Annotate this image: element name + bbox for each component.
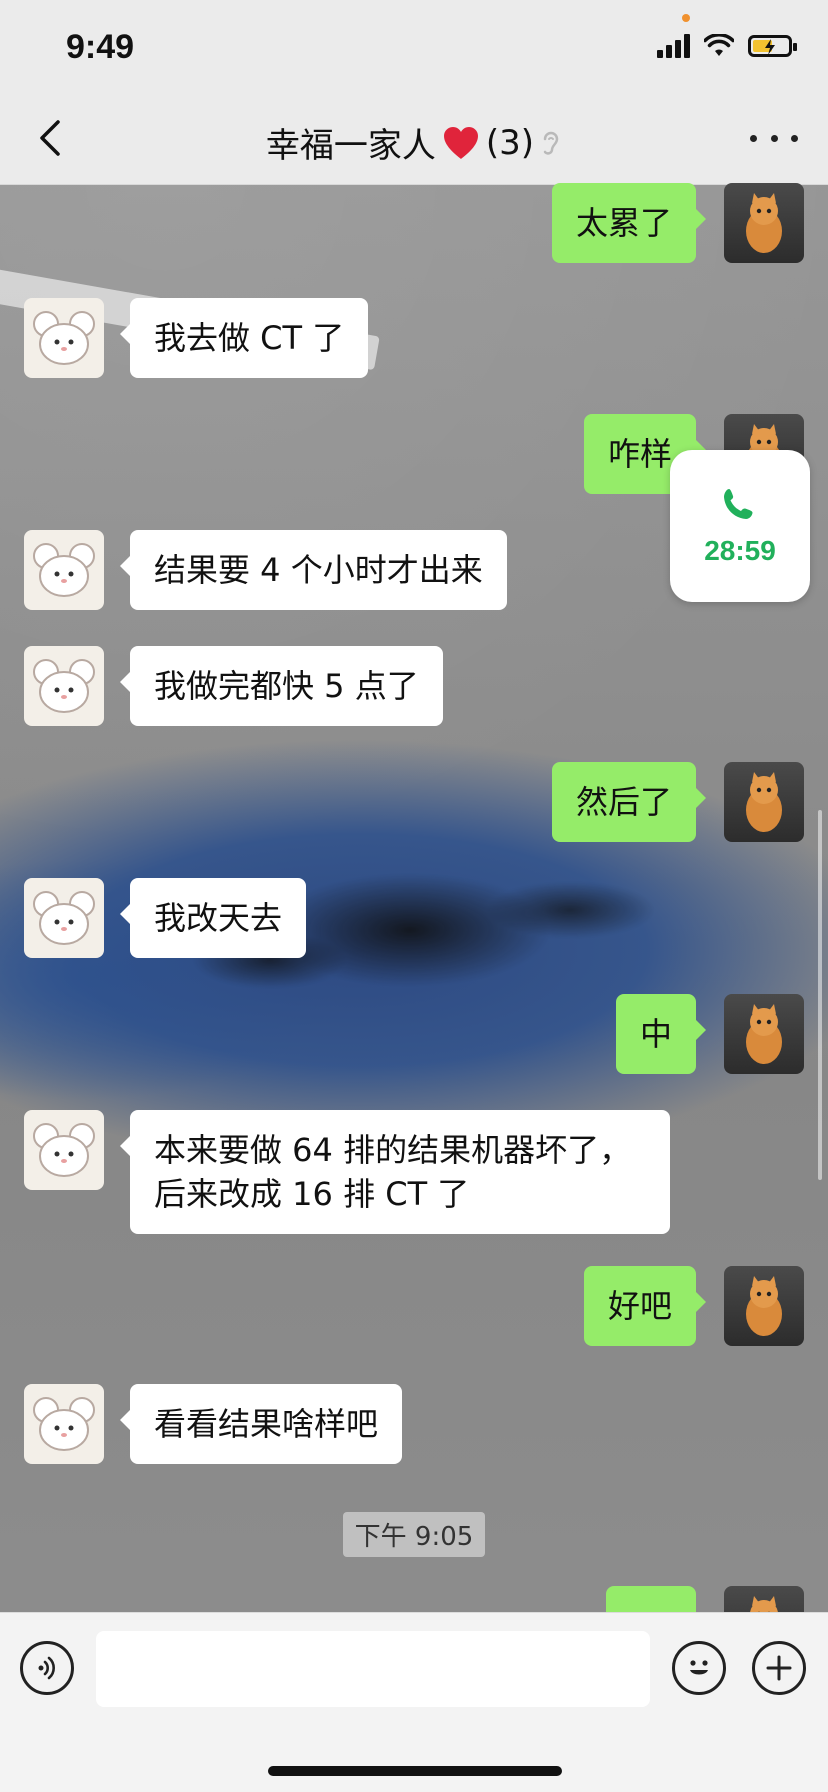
more-dot-icon [770,134,778,142]
message-bubble-incoming[interactable]: 本来要做 64 排的结果机器坏了，后来改成 16 排 CT 了 [120,1110,670,1234]
more-actions-button[interactable] [752,1641,806,1695]
avatar-mouse[interactable] [24,530,104,610]
message-bubble-outgoing[interactable]: 好吧 [583,1266,707,1346]
message-bubble-outgoing[interactable]: 然后了 [551,762,707,842]
avatar-self-cat[interactable] [724,183,804,263]
message-bubble-incoming[interactable]: 我改天去 [119,878,307,958]
cellular-signal-icon [657,34,690,58]
emoji-button[interactable] [672,1641,726,1695]
member-count: (3) [485,122,535,163]
voice-icon [38,1656,55,1680]
battery-charging-icon [748,35,797,57]
call-duration: 28:59 [704,535,776,566]
avatar-mouse[interactable] [24,1110,104,1190]
group-name: 幸福一家人 [265,126,436,166]
privacy-indicator-dot [682,14,690,22]
message-input[interactable] [96,1631,650,1707]
red-heart-icon [443,126,478,159]
avatar-mouse[interactable] [24,878,104,958]
more-dot-icon [750,134,757,142]
wechat-chat-screen: 9:49 幸福一家人 (3) 太累了 我去做 CT 了 咋样 结果要 4 个小时… [0,0,828,1792]
message-bubble-incoming[interactable]: 我去做 CT 了 [119,298,369,378]
emoji-icon [690,1660,708,1675]
wifi-icon [704,34,734,56]
message-bubble-incoming[interactable]: 我做完都快 5 点了 [120,646,443,726]
message-bubble-outgoing[interactable]: 中 [615,994,707,1074]
status-time: 9:49 [66,28,135,66]
home-indicator[interactable] [268,1766,562,1776]
more-dot-icon [791,134,798,142]
voice-button[interactable] [20,1641,74,1695]
chat-timestamp: 下午 9:05 [0,1512,828,1557]
floating-call-widget[interactable]: 28:59 [670,450,810,602]
timestamp-label: 下午 9:05 [342,1512,486,1557]
chat-scrollbar[interactable] [818,810,822,1180]
avatar-self-cat[interactable] [724,994,804,1074]
ear-icon [543,131,559,155]
message-bubble-outgoing[interactable]: 太累了 [551,183,707,263]
chat-title: 幸福一家人 (3) [0,118,828,167]
more-options-button[interactable] [750,122,798,154]
avatar-mouse[interactable] [24,1384,104,1464]
chat-header: 幸福一家人 (3) [0,94,828,185]
avatar-mouse[interactable] [24,646,104,726]
message-bubble-incoming[interactable]: 看看结果啥样吧 [119,1384,403,1464]
status-icons [657,34,797,58]
phone-icon [724,489,753,519]
avatar-self-cat[interactable] [724,762,804,842]
status-bar: 9:49 [0,0,828,94]
plus-icon [766,1655,792,1681]
message-input-bar [0,1612,828,1792]
avatar-mouse[interactable] [24,298,104,378]
avatar-self-cat[interactable] [724,1266,804,1346]
message-bubble-incoming[interactable]: 结果要 4 个小时才出来 [120,530,507,610]
